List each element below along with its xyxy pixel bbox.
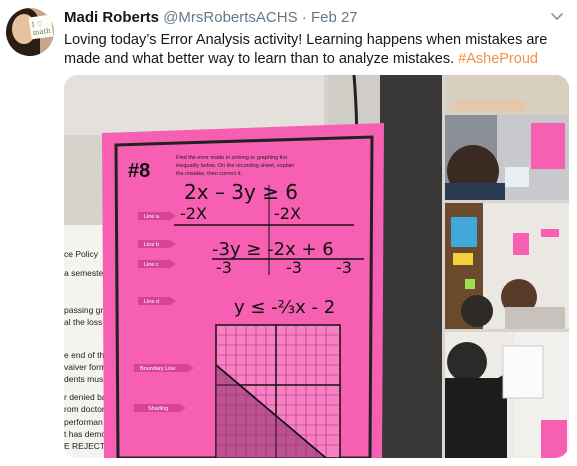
svg-text:Line c: Line c xyxy=(144,262,159,268)
svg-text:-2X: -2X xyxy=(180,204,207,223)
svg-text:the mistake, then correct it.: the mistake, then correct it. xyxy=(176,171,242,177)
svg-text:-3: -3 xyxy=(216,258,232,277)
svg-text:-3: -3 xyxy=(286,258,302,277)
svg-text:Find the error made in solving: Find the error made in solving or graphi… xyxy=(176,155,287,161)
tweet-text: Loving today’s Error Analysis activity! … xyxy=(64,32,548,67)
tweet-media[interactable]: ce Policy a semeste passing gra al the l… xyxy=(64,75,569,458)
svg-text:vaiver form: vaiver form xyxy=(64,362,106,372)
photo-thumb-3[interactable] xyxy=(445,332,569,458)
svg-text:#8: #8 xyxy=(128,160,150,182)
svg-text:y ≤ -⅔x - 2: y ≤ -⅔x - 2 xyxy=(234,297,335,318)
svg-text:inequality below. On the recor: inequality below. On the recording sheet… xyxy=(176,163,294,169)
author-name[interactable]: Madi Roberts xyxy=(64,9,159,26)
svg-text:Line d: Line d xyxy=(144,299,159,305)
svg-text:performan: performan xyxy=(64,417,103,427)
avatar[interactable]: I ♡ math xyxy=(6,8,54,56)
chevron-down-icon[interactable] xyxy=(549,8,565,24)
tweet-date[interactable]: Feb 27 xyxy=(311,9,358,26)
svg-text:passing gra: passing gra xyxy=(64,305,108,315)
svg-text:rom doctors: rom doctors xyxy=(64,404,109,414)
photo-thumb-1[interactable] xyxy=(445,75,569,200)
svg-text:Shading: Shading xyxy=(148,406,168,412)
tweet-header: Madi Roberts @MrsRobertsACHS · Feb 27 xyxy=(64,9,358,27)
svg-text:dents must: dents must xyxy=(64,374,106,384)
photo-thumb-2[interactable] xyxy=(445,203,569,329)
svg-text:-3y ≥ -2x + 6: -3y ≥ -2x + 6 xyxy=(212,239,334,260)
svg-text:Line b: Line b xyxy=(144,242,159,248)
svg-text:Boundary Line: Boundary Line xyxy=(140,366,175,372)
svg-text:ce Policy: ce Policy xyxy=(64,249,99,259)
main-photo[interactable]: ce Policy a semeste passing gra al the l… xyxy=(64,75,442,458)
svg-text:e end of th: e end of th xyxy=(64,350,104,360)
avatar-paper: I ♡ math xyxy=(28,14,54,40)
svg-text:al the loss c: al the loss c xyxy=(64,317,110,327)
separator-dot: · xyxy=(301,9,307,26)
svg-text:Line a: Line a xyxy=(144,214,160,220)
svg-text:2x – 3y ≥ 6: 2x – 3y ≥ 6 xyxy=(184,180,298,204)
hashtag-link[interactable]: #AsheProud xyxy=(458,51,538,67)
svg-text:-3: -3 xyxy=(336,258,352,277)
svg-text:a semeste: a semeste xyxy=(64,268,103,278)
svg-text:-2X: -2X xyxy=(274,204,301,223)
author-handle[interactable]: @MrsRobertsACHS xyxy=(163,9,297,26)
